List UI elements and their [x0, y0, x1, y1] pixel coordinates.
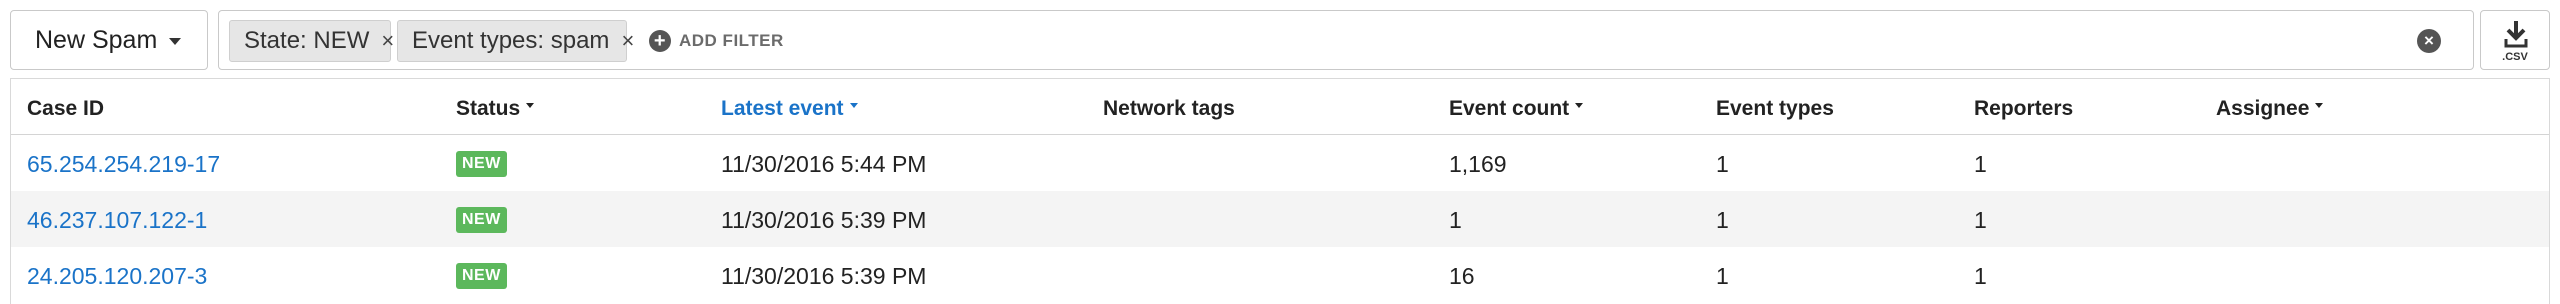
status-badge: NEW: [456, 151, 507, 177]
plus-circle-icon: +: [649, 30, 671, 52]
column-header-network-tags: Network tags: [1103, 97, 1235, 120]
event-count: 1,169: [1449, 151, 1507, 177]
table-row[interactable]: 65.254.254.219-17 NEW 11/30/2016 5:44 PM…: [11, 135, 2549, 191]
column-header-status[interactable]: Status: [456, 97, 535, 121]
sort-caret-icon: [1575, 102, 1584, 108]
column-header-assignee[interactable]: Assignee: [2216, 97, 2324, 121]
column-header-latest-event[interactable]: Latest event: [721, 97, 858, 121]
csv-label: .CSV: [2502, 51, 2528, 63]
latest-event: 11/30/2016 5:39 PM: [721, 263, 927, 289]
latest-event: 11/30/2016 5:39 PM: [721, 207, 927, 233]
table-row[interactable]: 24.205.120.207-3 NEW 11/30/2016 5:39 PM …: [11, 247, 2549, 303]
event-types: 1: [1716, 263, 1729, 289]
event-types: 1: [1716, 207, 1729, 233]
event-types: 1: [1716, 151, 1729, 177]
event-count: 1: [1449, 207, 1462, 233]
filter-bar[interactable]: State: NEW × Event types: spam × + ADD F…: [218, 10, 2474, 70]
sort-caret-icon: [849, 102, 858, 108]
column-header-event-types: Event types: [1716, 97, 1834, 120]
remove-filter-icon[interactable]: ×: [621, 28, 634, 54]
table-header: Case ID Status Latest event Network tags…: [11, 79, 2549, 135]
add-filter-label: ADD FILTER: [679, 31, 784, 50]
status-badge: NEW: [456, 263, 507, 289]
case-id-link[interactable]: 46.237.107.122-1: [27, 207, 207, 234]
add-filter-button[interactable]: + ADD FILTER: [649, 28, 784, 54]
saved-view-label: New Spam: [35, 25, 158, 54]
filter-chip-event-types: Event types: spam ×: [397, 20, 634, 62]
reporters: 1: [1974, 151, 1987, 177]
toolbar: New Spam State: NEW × Event types: spam …: [0, 0, 2560, 74]
cases-table: Case ID Status Latest event Network tags…: [10, 78, 2550, 304]
column-header-case-id: Case ID: [27, 97, 105, 120]
filter-chip-label: Event types: spam: [412, 27, 610, 54]
reporters: 1: [1974, 263, 1987, 289]
saved-view-dropdown[interactable]: New Spam: [10, 10, 208, 70]
case-id-link[interactable]: 65.254.254.219-17: [27, 151, 220, 178]
table-row[interactable]: 46.237.107.122-1 NEW 11/30/2016 5:39 PM …: [11, 191, 2549, 247]
export-csv-button[interactable]: .CSV: [2480, 10, 2550, 70]
reporters: 1: [1974, 207, 1987, 233]
remove-filter-icon[interactable]: ×: [381, 28, 394, 54]
column-header-reporters: Reporters: [1974, 97, 2074, 120]
latest-event: 11/30/2016 5:44 PM: [721, 151, 927, 177]
chevron-down-icon: [169, 38, 181, 45]
event-count: 16: [1449, 263, 1475, 289]
filter-chip-label: State: NEW: [244, 27, 370, 54]
download-icon: [2504, 21, 2528, 48]
sort-caret-icon: [526, 102, 535, 108]
case-id-link[interactable]: 24.205.120.207-3: [27, 263, 207, 290]
status-badge: NEW: [456, 207, 507, 233]
column-header-event-count[interactable]: Event count: [1449, 97, 1584, 121]
filter-chip-state: State: NEW ×: [229, 20, 394, 62]
sort-caret-icon: [2315, 102, 2324, 108]
clear-filters-icon[interactable]: ×: [2417, 29, 2441, 53]
